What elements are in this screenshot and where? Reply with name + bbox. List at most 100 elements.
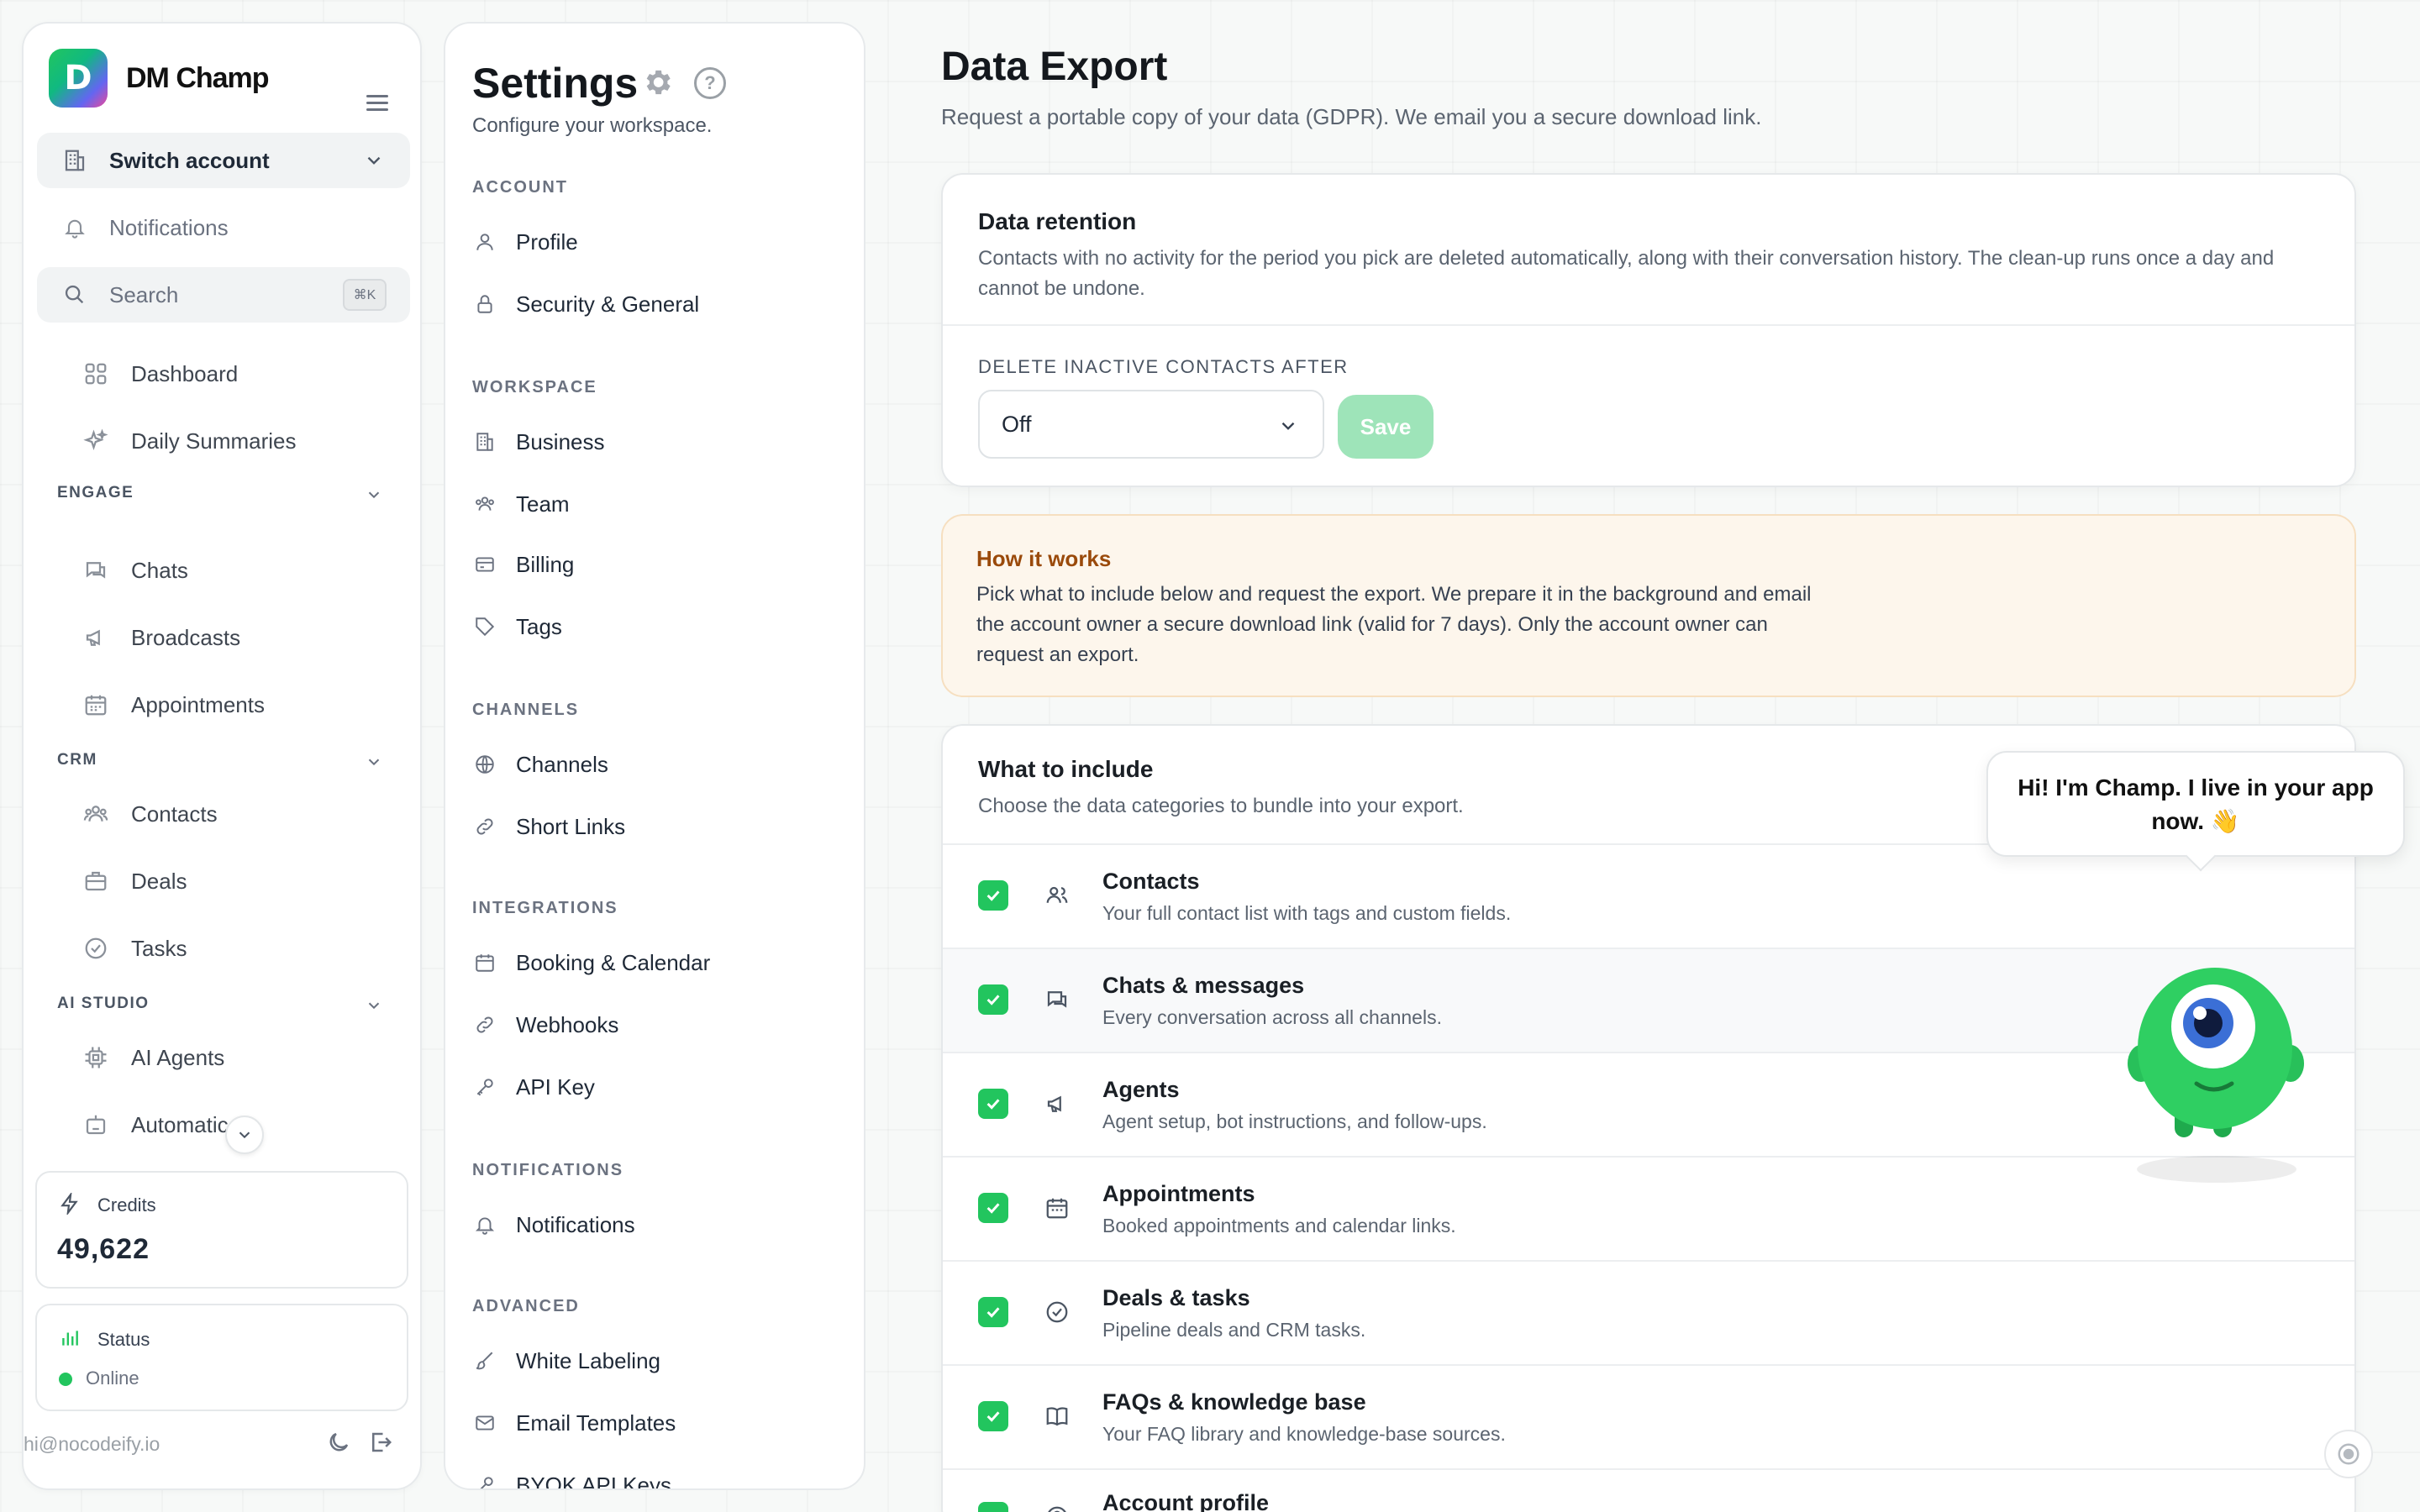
settings-item-team[interactable]: Team (472, 487, 570, 521)
settings-item-label: Tags (516, 613, 562, 639)
settings-item-tags[interactable]: Tags (472, 610, 562, 643)
robot-icon (81, 1110, 111, 1140)
settings-item-label: BYOK API Keys (516, 1472, 671, 1490)
sidebar-item-contacts[interactable]: Contacts (37, 785, 410, 843)
sidebar-item-label: Daily Summaries (131, 428, 297, 454)
include-row-deals[interactable]: Deals & tasks Pipeline deals and CRM tas… (943, 1260, 2354, 1364)
include-row-account-profile[interactable]: Account profile (943, 1468, 2354, 1512)
include-item-desc: Pipeline deals and CRM tasks. (1102, 1319, 1366, 1341)
status-value: Online (86, 1368, 139, 1389)
include-item-desc: Agent setup, bot instructions, and follo… (1102, 1110, 1487, 1132)
moon-icon[interactable] (326, 1430, 351, 1459)
credits-label: Credits (97, 1194, 156, 1215)
brand[interactable]: D DM Champ (49, 49, 270, 108)
settings-item-white-labeling[interactable]: White Labeling (472, 1344, 660, 1378)
sidebar-item-notifications[interactable]: Notifications (37, 200, 410, 255)
section-account: ACCOUNT (472, 178, 568, 197)
mail-icon (472, 1410, 497, 1436)
briefcase-icon (81, 866, 111, 896)
section-crm[interactable]: CRM (57, 751, 97, 769)
checkbox-checked[interactable] (978, 1401, 1008, 1431)
checkbox-checked[interactable] (978, 1193, 1008, 1223)
menu-toggle-icon[interactable] (366, 91, 388, 115)
check-circle-icon (81, 933, 111, 963)
settings-item-label: Channels (516, 751, 608, 777)
chevron-down-icon[interactable] (365, 486, 383, 508)
settings-item-profile[interactable]: Profile (472, 225, 578, 259)
scroll-down-button[interactable] (225, 1116, 264, 1154)
retention-period-select[interactable]: Off (978, 390, 1324, 459)
include-item-title: Appointments (1102, 1181, 1255, 1206)
checkbox-checked[interactable] (978, 1089, 1008, 1119)
section-engage[interactable]: ENGAGE (57, 484, 134, 502)
include-subtitle: Choose the data categories to bundle int… (978, 795, 1464, 817)
settings-nav: Settings ? Configure your workspace. ACC… (444, 22, 865, 1490)
user-icon (472, 229, 497, 255)
target-icon[interactable] (2324, 1430, 2373, 1478)
settings-item-webhooks[interactable]: Webhooks (472, 1008, 618, 1042)
chevron-down-icon[interactable] (365, 996, 383, 1019)
settings-item-label: Booking & Calendar (516, 949, 711, 975)
save-button[interactable]: Save (1338, 395, 1434, 459)
grid-icon (81, 359, 111, 389)
include-item-title: Chats & messages (1102, 973, 1305, 998)
settings-item-short-links[interactable]: Short Links (472, 810, 625, 843)
settings-item-notifications[interactable]: Notifications (472, 1208, 635, 1242)
brush-icon (472, 1348, 497, 1373)
retention-title: Data retention (978, 208, 1137, 234)
include-row-faqs[interactable]: FAQs & knowledge base Your FAQ library a… (943, 1364, 2354, 1468)
sidebar-item-appointments[interactable]: Appointments (37, 675, 410, 734)
include-row-contacts[interactable]: Contacts Your full contact list with tag… (943, 843, 2354, 948)
retention-description: Contacts with no activity for the period… (978, 247, 2275, 300)
checkbox-checked[interactable] (978, 984, 1008, 1015)
sidebar-item-label: Contacts (131, 801, 218, 827)
megaphone-icon (81, 622, 111, 653)
sidebar-item-tasks[interactable]: Tasks (37, 919, 410, 978)
divider (943, 324, 2354, 326)
page-title: Data Export (941, 45, 1168, 89)
sidebar-item-deals[interactable]: Deals (37, 852, 410, 911)
settings-item-billing[interactable]: Billing (472, 548, 574, 581)
chevron-down-icon[interactable] (365, 753, 383, 775)
settings-item-channels[interactable]: Channels (472, 748, 608, 781)
how-it-works-notice: How it works Pick what to include below … (941, 514, 2356, 697)
include-item-desc: Booked appointments and calendar links. (1102, 1215, 1456, 1236)
search-placeholder: Search (109, 281, 179, 307)
mascot-speech-bubble[interactable]: Hi! I'm Champ. I live in your app now. 👋 (1986, 751, 2405, 857)
logout-icon[interactable] (368, 1430, 393, 1459)
settings-item-security[interactable]: Security & General (472, 287, 699, 321)
sidebar-item-label: Dashboard (131, 360, 239, 386)
settings-item-business[interactable]: Business (472, 425, 605, 459)
book-icon (1042, 1401, 1072, 1431)
sidebar-item-automations[interactable]: Automatic (37, 1095, 410, 1154)
sidebar-item-chats[interactable]: Chats (37, 541, 410, 600)
settings-item-label: Team (516, 491, 570, 517)
checkbox-checked[interactable] (978, 1502, 1008, 1512)
section-advanced: ADVANCED (472, 1297, 580, 1315)
section-ai-studio[interactable]: AI STUDIO (57, 995, 150, 1013)
sidebar-item-ai-agents[interactable]: AI Agents (37, 1028, 410, 1087)
checkbox-checked[interactable] (978, 1297, 1008, 1327)
sidebar-item-daily-summaries[interactable]: Daily Summaries (37, 412, 410, 470)
chevron-down-icon (1277, 415, 1299, 443)
settings-item-label: Billing (516, 551, 575, 577)
help-icon[interactable]: ? (694, 67, 726, 99)
include-item-title: FAQs & knowledge base (1102, 1389, 1366, 1415)
section-integrations: INTEGRATIONS (472, 899, 618, 917)
gear-icon (640, 66, 674, 103)
search-input[interactable]: Search ⌘K (37, 267, 410, 323)
checkbox-checked[interactable] (978, 880, 1008, 911)
switch-account-button[interactable]: Switch account (37, 133, 410, 188)
calendar-icon (81, 690, 111, 720)
sidebar-item-dashboard[interactable]: Dashboard (37, 344, 410, 403)
settings-item-email-templates[interactable]: Email Templates (472, 1406, 676, 1440)
settings-item-api-key[interactable]: API Key (472, 1070, 595, 1104)
settings-item-byok[interactable]: BYOK API Keys (472, 1468, 671, 1490)
sidebar-item-broadcasts[interactable]: Broadcasts (37, 608, 410, 667)
users-icon (81, 799, 111, 829)
settings-item-booking[interactable]: Booking & Calendar (472, 946, 710, 979)
settings-item-label: API Key (516, 1074, 595, 1100)
lock-icon (472, 291, 497, 317)
section-channels: CHANNELS (472, 701, 580, 719)
champ-mascot[interactable] (2126, 958, 2311, 1197)
